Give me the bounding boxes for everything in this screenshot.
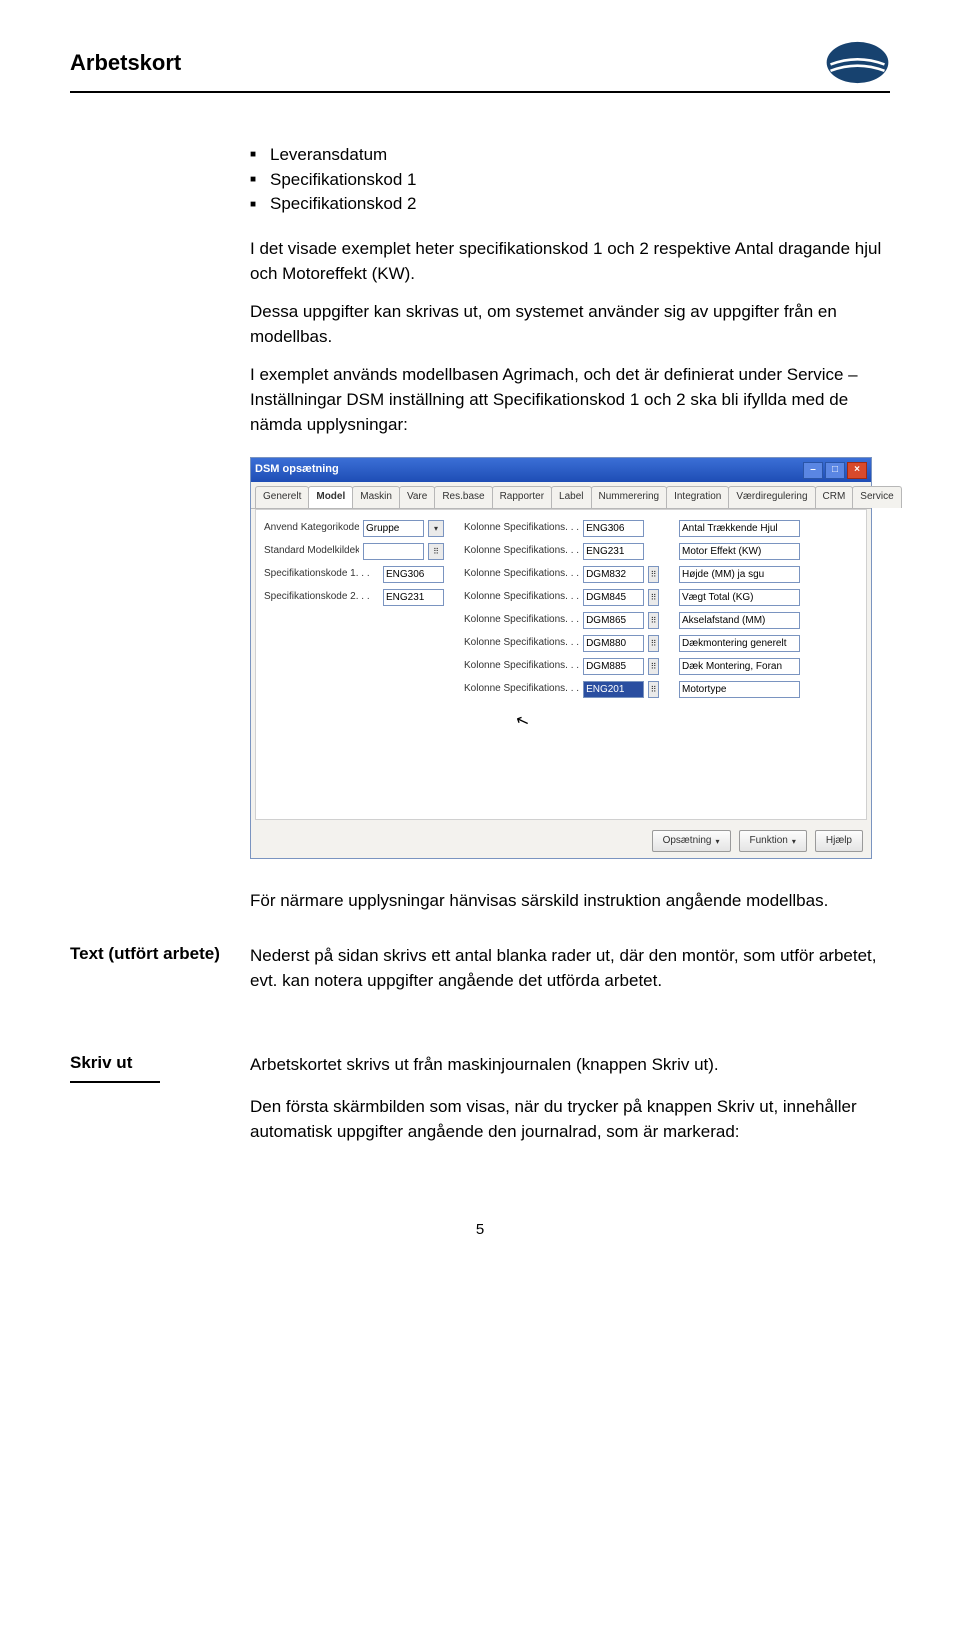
field-label: Kolonne Specifikations. . . xyxy=(464,613,579,628)
field-label: Kolonne Specifikations. . . xyxy=(464,659,579,674)
paragraph: Dessa uppgifter kan skrivas ut, om syste… xyxy=(250,300,890,349)
dropdown-icon[interactable]: ▾ xyxy=(428,520,444,537)
lookup-icon[interactable]: ⠿ xyxy=(428,543,444,560)
lookup-icon[interactable]: ⠿ xyxy=(648,658,659,675)
field-label: Kolonne Specifikations. . . xyxy=(464,682,579,697)
paragraph: För närmare upplysningar hänvisas särski… xyxy=(250,889,890,914)
kolonne-input[interactable] xyxy=(583,658,644,675)
window-title: DSM opsætning xyxy=(255,462,339,478)
paragraph: Nederst på sidan skrivs ett antal blanka… xyxy=(250,944,890,993)
funktion-button[interactable]: Funktion▾ xyxy=(739,830,807,852)
desc-input[interactable] xyxy=(679,635,800,652)
minimize-button[interactable]: – xyxy=(803,462,823,479)
desc-input[interactable] xyxy=(679,589,800,606)
kolonne-input[interactable] xyxy=(583,520,644,537)
desc-input[interactable] xyxy=(679,681,800,698)
lookup-icon[interactable]: ⠿ xyxy=(648,612,659,629)
tab-model[interactable]: Model xyxy=(308,486,353,508)
tab-generelt[interactable]: Generelt xyxy=(255,486,309,508)
kolonne-input[interactable] xyxy=(583,543,644,560)
list-item: Specifikationskod 2 xyxy=(250,192,890,217)
lookup-icon[interactable]: ⠿ xyxy=(648,589,659,606)
tab-service[interactable]: Service xyxy=(852,486,901,508)
embedded-screenshot: DSM opsætning – □ × Generelt Model Maski… xyxy=(250,457,872,859)
kolonne-input-selected[interactable] xyxy=(583,681,644,698)
tab-integration[interactable]: Integration xyxy=(666,486,729,508)
kolonne-input[interactable] xyxy=(583,635,644,652)
tab-resbase[interactable]: Res.base xyxy=(434,486,492,508)
field-label: Kolonne Specifikations. . . xyxy=(464,521,579,536)
list-item: Leveransdatum xyxy=(250,143,890,168)
desc-input[interactable] xyxy=(679,543,800,560)
tab-crm[interactable]: CRM xyxy=(815,486,854,508)
modelkilde-input[interactable] xyxy=(363,543,424,560)
section-heading-skriv-ut: Skriv ut xyxy=(70,1053,250,1073)
field-label: Kolonne Specifikations. . . xyxy=(464,544,579,559)
field-label: Standard Modelkildekode xyxy=(264,544,359,559)
page-number: 5 xyxy=(70,1221,890,1238)
field-label: Anvend Kategorikode fra xyxy=(264,521,359,536)
logo-icon xyxy=(825,40,890,85)
field-label: Kolonne Specifikations. . . xyxy=(464,636,579,651)
window-titlebar: DSM opsætning – □ × xyxy=(251,458,871,482)
spec2-input[interactable] xyxy=(383,589,444,606)
kolonne-input[interactable] xyxy=(583,566,644,583)
kolonne-input[interactable] xyxy=(583,589,644,606)
maximize-button[interactable]: □ xyxy=(825,462,845,479)
desc-input[interactable] xyxy=(679,612,800,629)
desc-input[interactable] xyxy=(679,520,800,537)
underline-decoration xyxy=(70,1081,160,1083)
kategori-input[interactable] xyxy=(363,520,424,537)
opsaetning-button[interactable]: Opsætning▾ xyxy=(652,830,731,852)
spec-bullet-list: Leveransdatum Specifikationskod 1 Specif… xyxy=(250,143,890,217)
field-label: Specifikationskode 2. . . xyxy=(264,590,379,605)
lookup-icon[interactable]: ⠿ xyxy=(648,681,659,698)
paragraph: Arbetskortet skrivs ut från maskinjourna… xyxy=(250,1053,890,1078)
tab-rapporter[interactable]: Rapporter xyxy=(492,486,552,508)
close-button[interactable]: × xyxy=(847,462,867,479)
lookup-icon[interactable]: ⠿ xyxy=(648,566,659,583)
kolonne-input[interactable] xyxy=(583,612,644,629)
section-heading-text-arbete: Text (utfört arbete) xyxy=(70,944,250,964)
hjaelp-button[interactable]: Hjælp xyxy=(815,830,863,852)
field-label: Specifikationskode 1. . . xyxy=(264,567,379,582)
tab-strip: Generelt Model Maskin Vare Res.base Rapp… xyxy=(251,482,871,509)
chevron-down-icon: ▾ xyxy=(715,836,719,848)
chevron-down-icon: ▾ xyxy=(792,836,796,848)
tab-maskin[interactable]: Maskin xyxy=(352,486,400,508)
tab-nummerering[interactable]: Nummerering xyxy=(591,486,668,508)
page-title: Arbetskort xyxy=(70,50,181,76)
tab-label[interactable]: Label xyxy=(551,486,591,508)
tab-vare[interactable]: Vare xyxy=(399,486,435,508)
lookup-icon[interactable]: ⠿ xyxy=(648,635,659,652)
desc-input[interactable] xyxy=(679,566,800,583)
tab-vaerdiregulering[interactable]: Værdiregulering xyxy=(728,486,815,508)
paragraph: Den första skärmbilden som visas, när du… xyxy=(250,1095,890,1144)
spec1-input[interactable] xyxy=(383,566,444,583)
field-label: Kolonne Specifikations. . . xyxy=(464,567,579,582)
form-panel: Anvend Kategorikode fra ▾ Standard Model… xyxy=(255,509,867,821)
field-label: Kolonne Specifikations. . . xyxy=(464,590,579,605)
paragraph: I exemplet används modellbasen Agrimach,… xyxy=(250,363,890,437)
page-header: Arbetskort xyxy=(70,40,890,93)
desc-input[interactable] xyxy=(679,658,800,675)
list-item: Specifikationskod 1 xyxy=(250,168,890,193)
paragraph: I det visade exemplet heter specifikatio… xyxy=(250,237,890,286)
